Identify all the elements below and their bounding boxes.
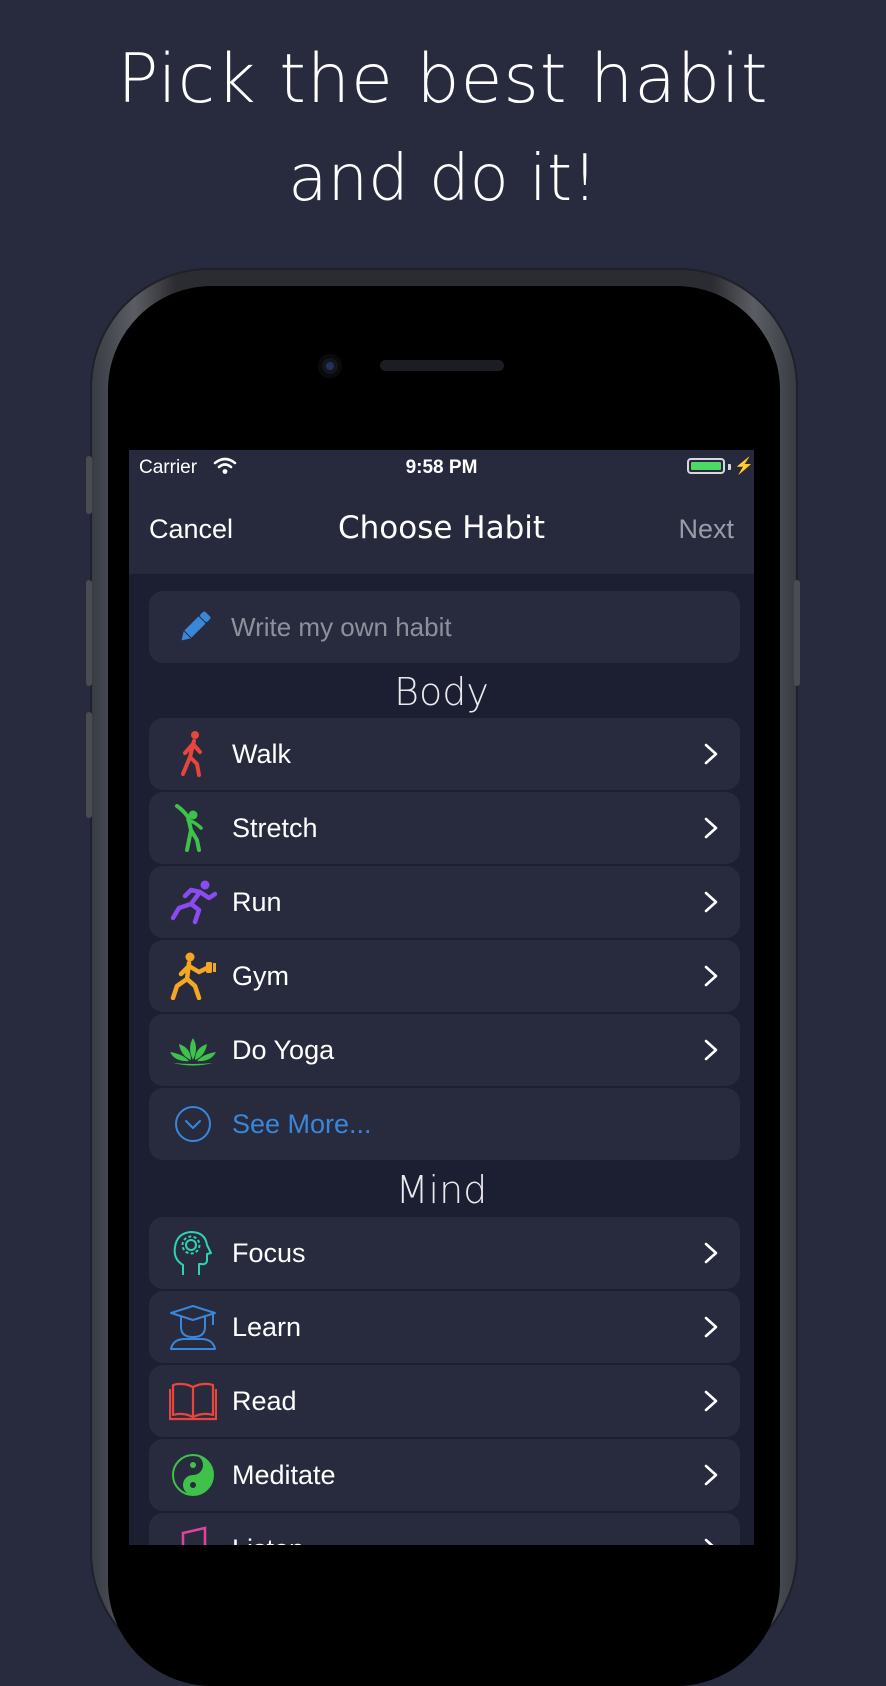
habit-label: Run: [232, 887, 282, 917]
write-own-habit-input[interactable]: [231, 605, 711, 649]
yoga-lotus-icon: [170, 1038, 216, 1066]
habit-label: Walk: [232, 739, 291, 769]
habit-label: Stretch: [232, 813, 318, 843]
walk-icon: [181, 731, 202, 777]
chevron-right-icon: [704, 1538, 714, 1545]
see-more-label: See More...: [232, 1109, 372, 1139]
chevron-right-icon: [704, 965, 718, 987]
habit-row-meditate[interactable]: Meditate: [149, 1439, 740, 1511]
navigation-bar: Cancel Choose Habit Next: [129, 486, 754, 574]
earpiece-speaker: [380, 360, 504, 371]
chevron-right-icon: [704, 1390, 718, 1412]
chevron-right-icon: [704, 1039, 718, 1061]
habit-label: Learn: [232, 1312, 302, 1342]
status-time: 9:58 PM: [405, 457, 478, 478]
battery-icon: [687, 458, 725, 474]
habit-row-walk[interactable]: Walk: [149, 718, 740, 790]
graduate-icon: [170, 1305, 216, 1350]
phone-power-button: [794, 580, 800, 686]
habit-label: Focus: [232, 1238, 306, 1268]
status-bar: Carrier 9:58 PM ⚡: [129, 450, 754, 486]
write-own-habit-row[interactable]: [149, 591, 740, 663]
habit-row-read[interactable]: Read: [149, 1365, 740, 1437]
see-more-button[interactable]: See More...: [149, 1088, 740, 1160]
habit-row-learn[interactable]: Learn: [149, 1291, 740, 1363]
chevron-right-icon: [704, 1316, 718, 1338]
chevron-right-icon: [704, 743, 718, 765]
book-icon: [169, 1382, 217, 1421]
run-icon: [170, 880, 217, 925]
stretch-icon: [175, 804, 203, 852]
yin-yang-icon: [172, 1454, 214, 1496]
focus-head-icon: [173, 1231, 212, 1275]
page-title: Choose Habit: [337, 510, 546, 546]
headline-line-1: Pick the best habit: [117, 40, 769, 119]
pencil-icon: [181, 611, 211, 641]
habit-row-run[interactable]: Run: [149, 866, 740, 938]
section-header-body: Body: [394, 670, 489, 714]
headline-line-2: and do it!: [288, 142, 598, 216]
phone-volume-up-button: [86, 580, 92, 686]
chevron-right-icon: [704, 817, 718, 839]
chevron-right-icon: [704, 1464, 718, 1486]
phone-mute-switch: [86, 456, 92, 514]
section-header-mind: Mind: [395, 1168, 488, 1212]
habit-row-gym[interactable]: Gym: [149, 940, 740, 1012]
chevron-down-circle-icon: [175, 1106, 211, 1142]
chevron-right-icon: [704, 1242, 718, 1264]
gym-icon: [170, 952, 216, 1000]
next-button[interactable]: Next: [678, 514, 734, 545]
habit-label: Meditate: [232, 1460, 336, 1490]
habit-row-focus[interactable]: Focus: [149, 1217, 740, 1289]
charging-bolt-icon: ⚡: [734, 458, 754, 475]
chevron-right-icon: [704, 891, 718, 913]
battery-tip: [728, 464, 731, 470]
habit-label: Listen: [232, 1534, 304, 1545]
music-icon: [181, 1526, 207, 1545]
phone-volume-down-button: [86, 712, 92, 818]
habit-row-listen[interactable]: Listen: [149, 1513, 740, 1545]
habit-row-stretch[interactable]: Stretch: [149, 792, 740, 864]
front-camera: [318, 354, 342, 378]
habit-label: Gym: [232, 961, 289, 991]
habit-label: Read: [232, 1386, 297, 1416]
app-screen: Carrier 9:58 PM ⚡ Cancel Choose Habit Ne…: [129, 450, 754, 1545]
habit-label: Do Yoga: [232, 1035, 335, 1065]
habit-row-do-yoga[interactable]: Do Yoga: [149, 1014, 740, 1086]
